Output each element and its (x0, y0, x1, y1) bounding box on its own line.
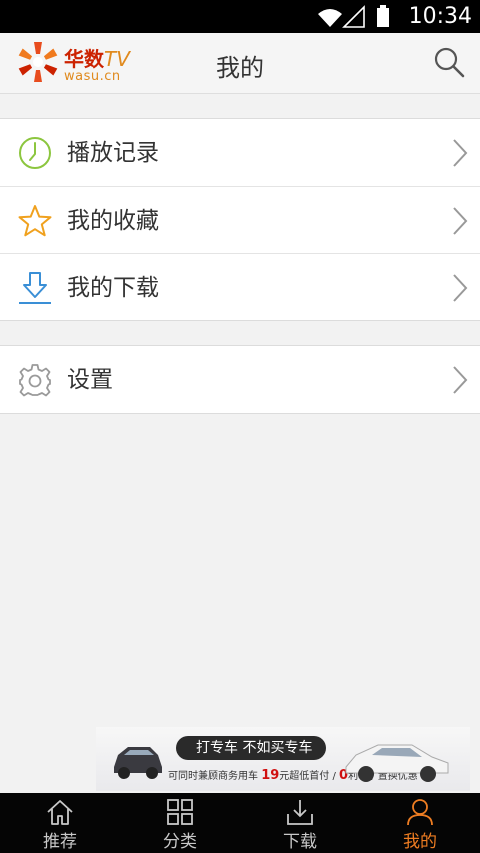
download-icon (19, 272, 51, 304)
battery-icon (377, 5, 389, 27)
chevron-right-icon (453, 207, 468, 235)
chevron-right-icon (453, 366, 468, 394)
menu-item-label: 我的收藏 (67, 208, 159, 234)
clock-icon (19, 137, 51, 169)
status-time: 10:34 (408, 4, 472, 29)
tab-label: 推荐 (43, 832, 77, 852)
person-icon (407, 799, 433, 826)
tab-downloads[interactable]: 下载 (240, 793, 360, 853)
chevron-right-icon (453, 274, 468, 302)
status-bar: 10:34 (0, 0, 480, 33)
menu-item-play-history[interactable]: 播放记录 (0, 119, 480, 186)
tab-categories[interactable]: 分类 (120, 793, 240, 853)
menu-item-settings[interactable]: 设置 (0, 346, 480, 413)
menu-item-label: 我的下载 (67, 275, 159, 301)
cell-signal-icon (342, 5, 365, 28)
tab-mine[interactable]: 我的 (360, 793, 480, 853)
menu-item-favorites[interactable]: 我的收藏 (0, 186, 480, 253)
signal-battery-icons (318, 5, 389, 28)
menu-group-settings: 设置 (0, 345, 480, 414)
tab-label: 下载 (283, 832, 317, 852)
car-image-left (114, 747, 162, 779)
bottom-tab-bar: 推荐 分类 下载 我的 (0, 793, 480, 853)
wifi-icon (318, 9, 342, 27)
page-title: 我的 (216, 54, 264, 82)
menu-group-library: 播放记录 我的收藏 我的下载 (0, 118, 480, 321)
tab-recommend[interactable]: 推荐 (0, 793, 120, 853)
car-image-right (345, 744, 449, 782)
grid-icon (167, 799, 193, 825)
gear-icon (19, 364, 51, 397)
menu-item-label: 设置 (67, 367, 113, 393)
chevron-right-icon (453, 139, 468, 167)
home-icon (47, 800, 73, 825)
menu-item-downloads[interactable]: 我的下载 (0, 253, 480, 320)
tab-label: 我的 (403, 832, 437, 852)
ad-headline: 打专车 不如买专车 (176, 736, 326, 760)
download-tray-icon (287, 800, 313, 825)
menu-item-label: 播放记录 (67, 140, 159, 166)
tab-label: 分类 (163, 832, 197, 852)
app-header: 华数TV wasu.cn 我的 (0, 33, 480, 94)
star-icon (18, 205, 52, 237)
ad-banner[interactable]: 打专车 不如买专车 可同时兼顾商务用车 19元超低首付 / 0利率 / 置换优惠 (96, 727, 470, 791)
search-icon[interactable] (432, 45, 466, 79)
